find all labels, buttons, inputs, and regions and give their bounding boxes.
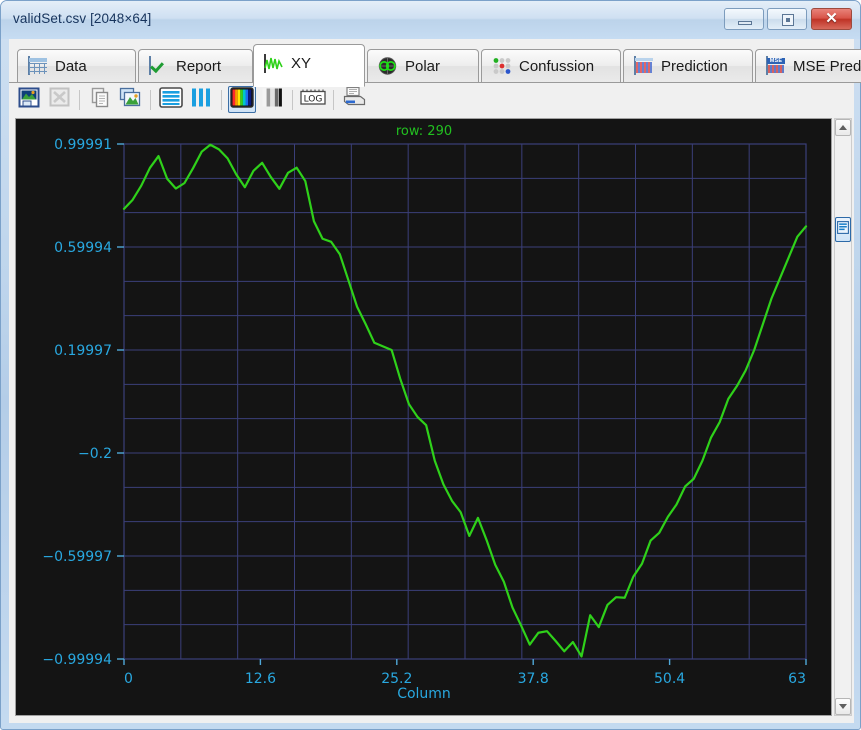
toolbar: LOG xyxy=(9,83,854,116)
gray-palette-button[interactable] xyxy=(258,86,286,113)
checkbox-icon xyxy=(149,56,169,75)
scroll-down-button[interactable] xyxy=(835,698,851,715)
minimize-icon xyxy=(738,21,752,25)
maximize-button[interactable] xyxy=(767,8,807,30)
dot-matrix-icon xyxy=(492,57,512,75)
toolbar-separator xyxy=(79,89,80,110)
log-icon: LOG xyxy=(300,88,326,112)
polar-grid-icon xyxy=(378,57,398,75)
title-bar: validSet.csv [2048×64] ✕ xyxy=(1,1,860,39)
tab-mse-pred-label: MSE Pred xyxy=(793,57,861,75)
svg-text:0.19997: 0.19997 xyxy=(54,343,112,359)
pixel-grid-icon xyxy=(634,56,654,75)
rows-view-button[interactable] xyxy=(157,86,185,113)
svg-text:12.6: 12.6 xyxy=(245,671,276,687)
horizontal-lines-icon xyxy=(159,86,183,113)
excel-sheet-icon xyxy=(49,87,70,112)
svg-text:−0.2: −0.2 xyxy=(78,446,112,462)
toolbar-separator xyxy=(292,89,293,110)
toolbar-separator xyxy=(150,89,151,110)
color-palette-icon xyxy=(230,86,254,113)
tab-xy-label: XY xyxy=(291,55,312,72)
svg-text:0.59994: 0.59994 xyxy=(54,240,112,256)
copy-button[interactable] xyxy=(86,86,114,113)
svg-text:63: 63 xyxy=(788,671,806,687)
gray-palette-icon xyxy=(261,87,283,113)
export-excel-button[interactable] xyxy=(45,86,73,113)
svg-text:37.8: 37.8 xyxy=(518,671,549,687)
copy-pages-icon xyxy=(90,87,111,113)
minimize-button[interactable] xyxy=(724,8,764,30)
waveform-icon xyxy=(264,53,284,73)
tab-mse-pred[interactable]: MSE MSE Pred xyxy=(755,49,861,83)
svg-text:−0.99994: −0.99994 xyxy=(42,652,112,668)
print-button[interactable] xyxy=(340,86,368,113)
close-icon: ✕ xyxy=(825,10,838,27)
tab-report[interactable]: Report xyxy=(138,49,253,83)
svg-text:−0.59997: −0.59997 xyxy=(42,549,112,565)
client-area: Data Report XY Polar Confussion Predicti… xyxy=(9,39,861,723)
xy-plot-panel[interactable]: 0 12.6 25.2 37.8 50.4 63 0.99991 0.59994 0.1999… xyxy=(15,118,832,716)
tab-data[interactable]: Data xyxy=(17,49,136,83)
window-title: validSet.csv [2048×64] xyxy=(13,11,152,26)
tab-confussion[interactable]: Confussion xyxy=(481,49,621,83)
toolbar-separator xyxy=(333,89,334,110)
tab-prediction[interactable]: Prediction xyxy=(623,49,753,83)
copy-image-button[interactable] xyxy=(116,86,144,113)
tab-report-label: Report xyxy=(176,57,222,75)
toolbar-separator xyxy=(221,89,222,110)
chevron-up-icon xyxy=(839,125,847,130)
chevron-down-icon xyxy=(839,704,847,709)
scroll-up-button[interactable] xyxy=(835,119,851,136)
scrollbar-thumb[interactable] xyxy=(835,217,851,242)
svg-text:LOG: LOG xyxy=(304,94,323,104)
chart-title: row: 290 xyxy=(396,124,452,139)
save-image-button[interactable] xyxy=(15,86,43,113)
tab-polar-label: Polar xyxy=(405,57,441,75)
list-lines-icon xyxy=(837,220,849,239)
tab-data-label: Data xyxy=(55,57,87,75)
vertical-scrollbar[interactable] xyxy=(834,118,852,716)
tab-xy[interactable]: XY xyxy=(253,44,365,87)
xy-chart: 0 12.6 25.2 37.8 50.4 63 0.99991 0.59994 0.1999… xyxy=(16,119,831,715)
table-icon xyxy=(28,56,48,75)
svg-text:0.99991: 0.99991 xyxy=(54,137,112,153)
close-button[interactable]: ✕ xyxy=(811,8,852,30)
maximize-icon xyxy=(782,14,794,26)
tab-prediction-label: Prediction xyxy=(661,57,728,75)
copy-image-icon xyxy=(119,87,141,113)
printer-icon xyxy=(342,86,366,113)
log-scale-button[interactable]: LOG xyxy=(299,86,327,113)
save-image-icon xyxy=(18,87,40,113)
tab-polar[interactable]: Polar xyxy=(367,49,479,83)
columns-view-button[interactable] xyxy=(187,86,215,113)
vertical-bars-icon xyxy=(190,87,212,113)
tab-strip: Data Report XY Polar Confussion Predicti… xyxy=(9,43,861,87)
application-window: validSet.csv [2048×64] ✕ Data Report XY … xyxy=(0,0,861,730)
tab-confussion-label: Confussion xyxy=(519,57,595,75)
chart-x-axis-label: Column xyxy=(397,686,451,702)
color-palette-button[interactable] xyxy=(228,86,256,113)
svg-text:50.4: 50.4 xyxy=(654,671,685,687)
svg-text:0: 0 xyxy=(124,671,133,687)
mse-grid-icon: MSE xyxy=(766,56,786,75)
svg-text:25.2: 25.2 xyxy=(381,671,412,687)
